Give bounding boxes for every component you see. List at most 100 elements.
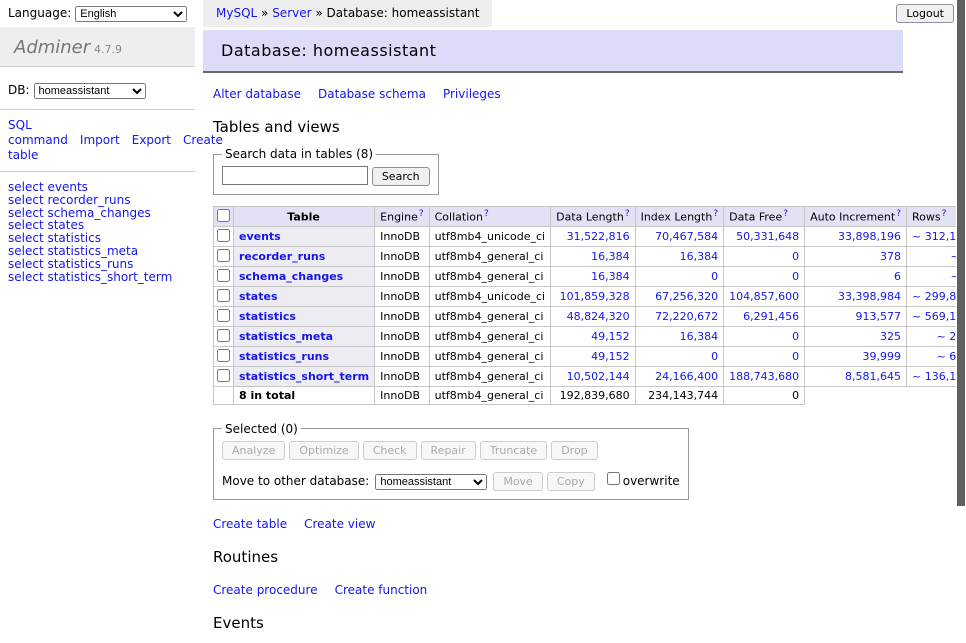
help-link[interactable]: ? xyxy=(419,209,424,219)
sidebar-action-link[interactable]: Export xyxy=(132,133,171,147)
index-length-link[interactable]: 24,166,400 xyxy=(641,370,719,383)
db-select[interactable]: homeassistant xyxy=(34,83,146,99)
help-link[interactable]: ? xyxy=(783,209,788,219)
table-operation-button[interactable]: Drop xyxy=(551,441,597,460)
data-free-link[interactable]: 0 xyxy=(729,330,799,343)
table-operation-button[interactable]: Truncate xyxy=(480,441,547,460)
sidebar-select-table-link[interactable]: select statistics_short_term xyxy=(8,271,195,284)
data-length-link[interactable]: 10,502,144 xyxy=(556,370,629,383)
sidebar-select-table-link[interactable]: select recorder_runs xyxy=(8,194,195,207)
index-length-link[interactable]: 0 xyxy=(641,270,719,283)
auto-increment-link[interactable]: 39,999 xyxy=(810,350,901,363)
vertical-scrollbar-thumb[interactable] xyxy=(957,0,965,506)
auto-increment-link[interactable]: 913,577 xyxy=(810,310,901,323)
row-checkbox[interactable] xyxy=(217,229,230,242)
index-length-link[interactable]: 0 xyxy=(641,350,719,363)
data-free-link[interactable]: 0 xyxy=(729,270,799,283)
language-label: Language: xyxy=(8,6,71,20)
data-length-link[interactable]: 16,384 xyxy=(556,270,629,283)
sidebar-select-table-link[interactable]: select statistics_meta xyxy=(8,245,195,258)
create-link[interactable]: Create view xyxy=(304,517,375,531)
search-input[interactable] xyxy=(222,166,368,185)
logout-button[interactable]: Logout xyxy=(896,4,954,23)
data-length-link[interactable]: 49,152 xyxy=(556,350,629,363)
sidebar-action-link[interactable]: SQL command xyxy=(8,118,68,147)
row-checkbox[interactable] xyxy=(217,249,230,262)
row-checkbox[interactable] xyxy=(217,309,230,322)
table-name-link[interactable]: statistics xyxy=(239,310,296,323)
help-link[interactable]: ? xyxy=(896,209,901,219)
database-action-link[interactable]: Alter database xyxy=(213,87,301,101)
help-link[interactable]: ? xyxy=(625,209,630,219)
data-free-link[interactable]: 104,857,600 xyxy=(729,290,799,303)
search-button[interactable]: Search xyxy=(372,167,430,186)
data-length-link[interactable]: 31,522,816 xyxy=(556,230,629,243)
auto-increment-link[interactable]: 378 xyxy=(810,250,901,263)
overwrite-checkbox[interactable] xyxy=(607,472,620,485)
data-length-link[interactable]: 49,152 xyxy=(556,330,629,343)
row-checkbox[interactable] xyxy=(217,329,230,342)
index-length-link[interactable]: 72,220,672 xyxy=(641,310,719,323)
auto-increment-link[interactable]: 8,581,645 xyxy=(810,370,901,383)
auto-increment-link[interactable]: 325 xyxy=(810,330,901,343)
index-length-link[interactable]: 67,256,320 xyxy=(641,290,719,303)
auto-increment-link[interactable]: 6 xyxy=(810,270,901,283)
row-checkbox[interactable] xyxy=(217,349,230,362)
data-length-link[interactable]: 16,384 xyxy=(556,250,629,263)
index-length-link[interactable]: 16,384 xyxy=(641,330,719,343)
table-operation-button[interactable]: Repair xyxy=(421,441,476,460)
language-chooser: Language: English xyxy=(8,6,187,22)
database-action-link[interactable]: Privileges xyxy=(443,87,501,101)
table-name-link[interactable]: recorder_runs xyxy=(239,250,325,263)
language-select[interactable]: English xyxy=(75,6,187,22)
help-link[interactable]: ? xyxy=(484,209,489,219)
auto-increment-link[interactable]: 33,898,196 xyxy=(810,230,901,243)
table-name-link[interactable]: states xyxy=(239,290,278,303)
table-name-link[interactable]: statistics_runs xyxy=(239,350,329,363)
help-link[interactable]: ? xyxy=(713,209,718,219)
table-name-link[interactable]: statistics_meta xyxy=(239,330,333,343)
select-all-checkbox[interactable] xyxy=(217,209,230,222)
help-link[interactable]: ? xyxy=(942,209,947,219)
row-checkbox[interactable] xyxy=(217,269,230,282)
auto-increment-cell: 913,577 xyxy=(805,306,907,326)
row-checkbox[interactable] xyxy=(217,289,230,302)
data-free-link[interactable]: 188,743,680 xyxy=(729,370,799,383)
engine-cell: InnoDB xyxy=(375,266,429,286)
breadcrumb-item[interactable]: MySQL xyxy=(216,6,257,20)
index-length-link[interactable]: 70,467,584 xyxy=(641,230,719,243)
table-name-link[interactable]: events xyxy=(239,230,281,243)
auto-increment-link[interactable]: 33,398,984 xyxy=(810,290,901,303)
routine-create-link[interactable]: Create function xyxy=(335,583,428,597)
tables-heading: Tables and views xyxy=(213,118,903,136)
row-select-cell xyxy=(214,306,234,326)
engine-cell: InnoDB xyxy=(375,306,429,326)
database-action-link[interactable]: Database schema xyxy=(318,87,426,101)
data-free-link[interactable]: 6,291,456 xyxy=(729,310,799,323)
row-checkbox[interactable] xyxy=(217,369,230,382)
create-link[interactable]: Create table xyxy=(213,517,287,531)
collation-cell: utf8mb4_general_ci xyxy=(429,306,550,326)
table-operation-button[interactable]: Optimize xyxy=(289,441,358,460)
data-length-cell: 16,384 xyxy=(551,246,635,266)
move-db-select[interactable]: homeassistant xyxy=(375,474,487,490)
table-name-link[interactable]: schema_changes xyxy=(239,270,343,283)
vertical-scrollbar-track[interactable] xyxy=(956,0,966,543)
breadcrumb-item[interactable]: Server xyxy=(272,6,311,20)
data-free-link[interactable]: 50,331,648 xyxy=(729,230,799,243)
index-length-link[interactable]: 16,384 xyxy=(641,250,719,263)
sidebar-select-table-link[interactable]: select events xyxy=(8,181,195,194)
table-name-link[interactable]: statistics_short_term xyxy=(239,370,369,383)
data-length-link[interactable]: 48,824,320 xyxy=(556,310,629,323)
sidebar-select-table-link[interactable]: select statistics_runs xyxy=(8,258,195,271)
breadcrumb-item[interactable]: Database: homeassistant xyxy=(327,6,480,20)
copy-button[interactable]: Copy xyxy=(547,472,595,491)
data-free-link[interactable]: 0 xyxy=(729,350,799,363)
table-operation-button[interactable]: Check xyxy=(363,441,417,460)
routine-create-link[interactable]: Create procedure xyxy=(213,583,318,597)
data-length-link[interactable]: 101,859,328 xyxy=(556,290,629,303)
table-operation-button[interactable]: Analyze xyxy=(222,441,285,460)
move-button[interactable]: Move xyxy=(493,472,543,491)
data-free-link[interactable]: 0 xyxy=(729,250,799,263)
sidebar-action-link[interactable]: Import xyxy=(80,133,120,147)
